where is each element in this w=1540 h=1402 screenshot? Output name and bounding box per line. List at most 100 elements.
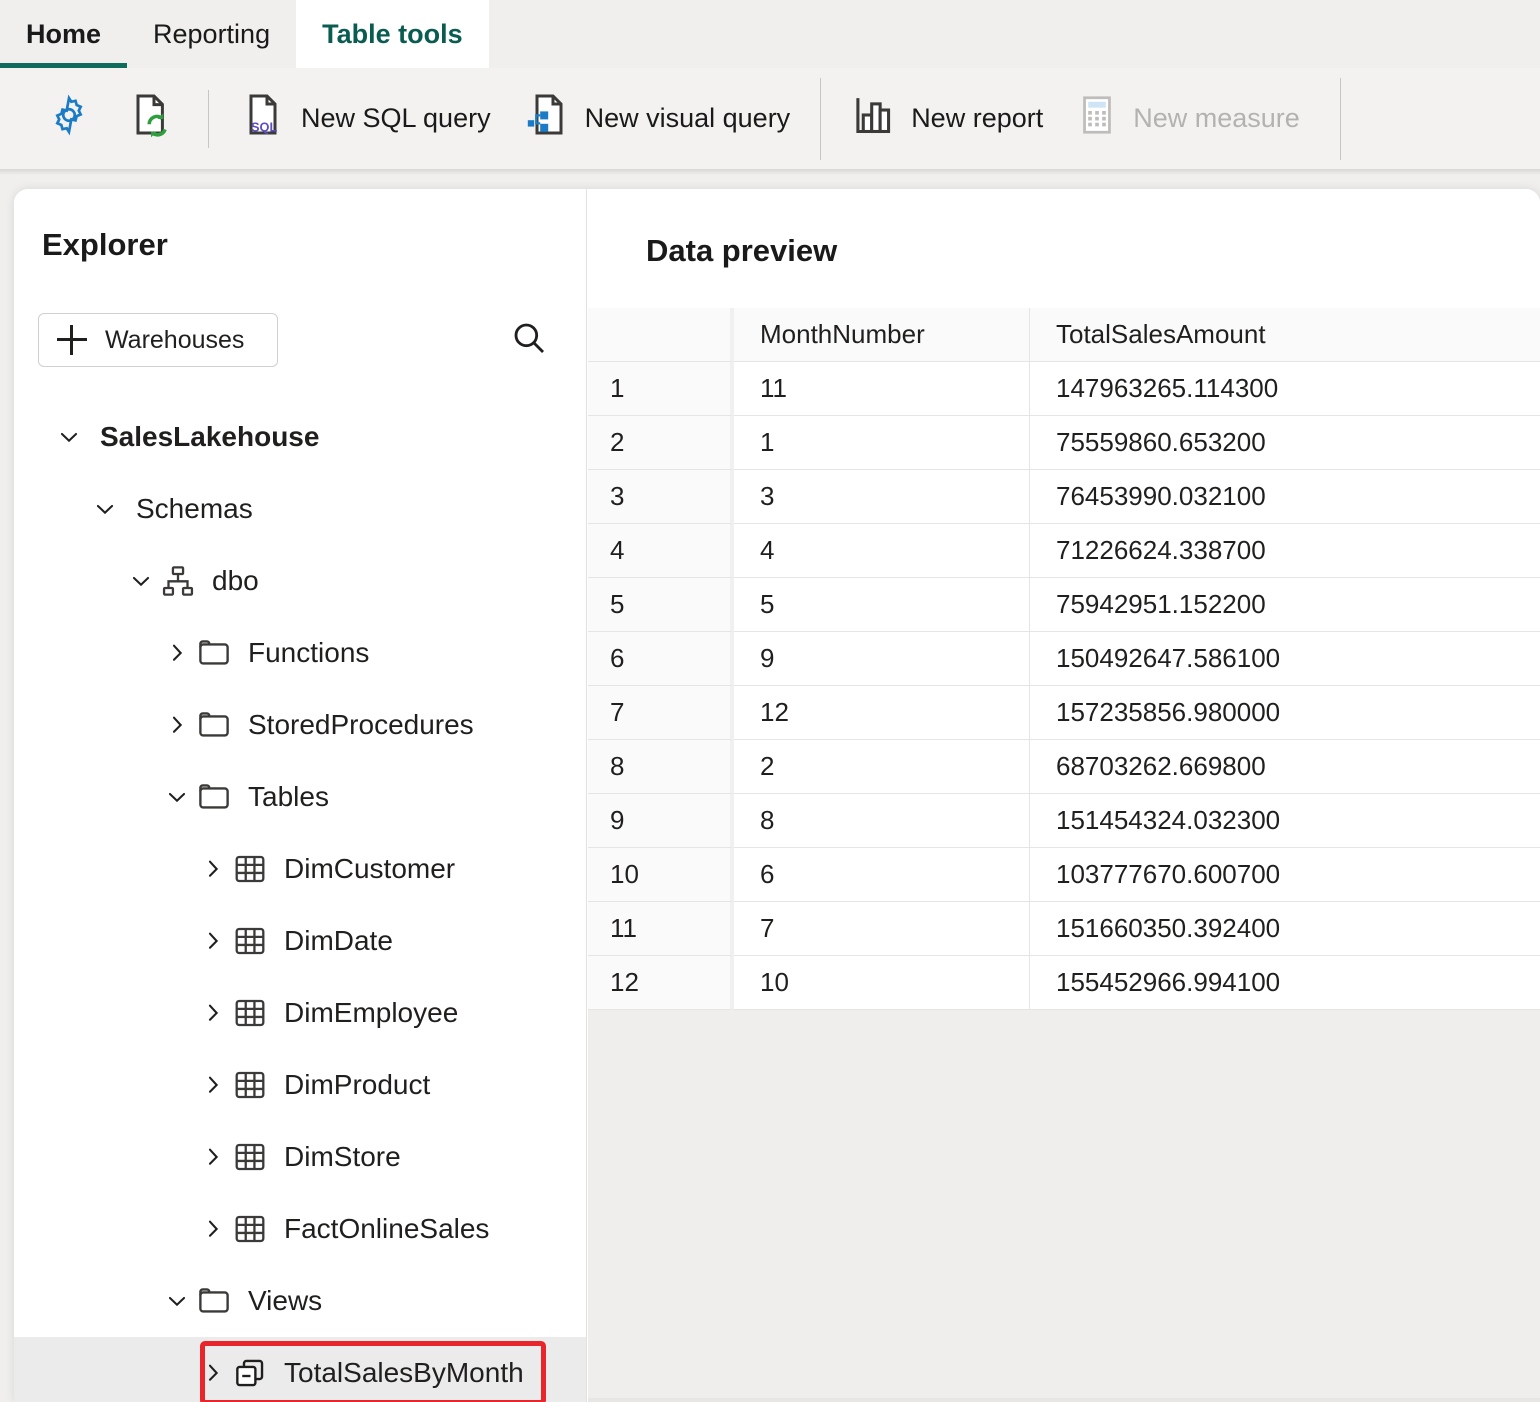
grid-cell-totalsalesamount: 155452966.994100 <box>1030 956 1540 1010</box>
grid-header-monthnumber[interactable]: MonthNumber <box>734 308 1030 362</box>
grid-header-index[interactable] <box>588 308 734 362</box>
tree-item-dimdate[interactable]: DimDate <box>14 905 586 977</box>
grid-cell-index: 5 <box>588 578 734 632</box>
tree-item-label: Schemas <box>136 493 253 524</box>
chevron-right-icon[interactable] <box>196 1068 230 1102</box>
chevron-right-icon[interactable] <box>196 996 230 1030</box>
tree-item-factonlinesales[interactable]: FactOnlineSales <box>14 1193 586 1265</box>
tree-item-label: DimDate <box>284 925 393 956</box>
grid-cell-totalsalesamount: 103777670.600700 <box>1030 848 1540 902</box>
chevron-right-icon[interactable] <box>160 708 194 742</box>
grid-row[interactable]: 2 1 75559860.653200 <box>588 416 1540 470</box>
refresh-document-icon <box>128 91 176 146</box>
tree-item-views[interactable]: Views <box>14 1265 586 1337</box>
plus-icon <box>57 325 87 355</box>
grid-header-totalsalesamount[interactable]: TotalSalesAmount <box>1030 308 1540 362</box>
chevron-down-icon[interactable] <box>52 420 86 454</box>
grid-cell-totalsalesamount: 76453990.032100 <box>1030 470 1540 524</box>
folder-icon <box>194 1281 234 1321</box>
grid-cell-index: 7 <box>588 686 734 740</box>
grid-row[interactable]: 3 3 76453990.032100 <box>588 470 1540 524</box>
chevron-down-icon[interactable] <box>160 1284 194 1318</box>
grid-row[interactable]: 8 2 68703262.669800 <box>588 740 1540 794</box>
grid-row[interactable]: 5 5 75942951.152200 <box>588 578 1540 632</box>
tab-table-tools-label: Table tools <box>322 18 463 49</box>
chevron-right-icon[interactable] <box>196 1356 230 1390</box>
add-warehouses-label: Warehouses <box>105 325 245 354</box>
grid-cell-index: 1 <box>588 362 734 416</box>
grid-row[interactable]: 11 7 151660350.392400 <box>588 902 1540 956</box>
chevron-right-icon[interactable] <box>196 1212 230 1246</box>
tree-item-totalsalesbymonth[interactable]: TotalSalesByMonth <box>14 1337 586 1402</box>
tab-reporting[interactable]: Reporting <box>127 0 296 68</box>
grid-cell-totalsalesamount: 150492647.586100 <box>1030 632 1540 686</box>
tree-item-label: Views <box>248 1285 323 1316</box>
tree-item-dimcustomer[interactable]: DimCustomer <box>14 833 586 905</box>
refresh-button[interactable] <box>110 87 194 151</box>
tree-item-label: Tables <box>248 781 329 812</box>
chevron-right-icon[interactable] <box>196 924 230 958</box>
chevron-right-icon[interactable] <box>196 1140 230 1174</box>
grid-row[interactable]: 6 9 150492647.586100 <box>588 632 1540 686</box>
grid-cell-monthnumber: 2 <box>734 740 1030 794</box>
grid-cell-monthnumber: 4 <box>734 524 1030 578</box>
grid-row[interactable]: 10 6 103777670.600700 <box>588 848 1540 902</box>
visual-query-document-icon <box>523 91 571 146</box>
table-icon <box>230 1065 270 1105</box>
table-icon <box>230 849 270 889</box>
grid-row[interactable]: 12 10 155452966.994100 <box>588 956 1540 1010</box>
grid-cell-monthnumber: 6 <box>734 848 1030 902</box>
grid-cell-monthnumber: 1 <box>734 416 1030 470</box>
grid-row[interactable]: 4 4 71226624.338700 <box>588 524 1540 578</box>
chevron-right-icon[interactable] <box>196 852 230 886</box>
grid-empty-area <box>588 1010 1540 1402</box>
grid-row[interactable]: 9 8 151454324.032300 <box>588 794 1540 848</box>
tab-table-tools[interactable]: Table tools <box>296 0 489 68</box>
tree-item-tables[interactable]: Tables <box>14 761 586 833</box>
tree-item-schemas[interactable]: Schemas <box>14 473 586 545</box>
tree-item-saleslakehouse[interactable]: SalesLakehouse <box>14 401 586 473</box>
tree-item-dimemployee[interactable]: DimEmployee <box>14 977 586 1049</box>
grid-cell-monthnumber: 11 <box>734 362 1030 416</box>
tab-home[interactable]: Home <box>0 0 128 68</box>
settings-button[interactable] <box>28 87 110 151</box>
chevron-down-icon[interactable] <box>160 780 194 814</box>
chevron-down-icon[interactable] <box>124 564 158 598</box>
tree-item-dimproduct[interactable]: DimProduct <box>14 1049 586 1121</box>
chevron-down-icon[interactable] <box>88 492 122 526</box>
tree-item-label: TotalSalesByMonth <box>284 1357 524 1388</box>
data-preview-title: Data preview <box>646 233 838 268</box>
new-measure-button[interactable]: New measure <box>1059 87 1316 151</box>
new-visual-query-button[interactable]: New visual query <box>507 87 807 151</box>
grid-header-row: MonthNumber TotalSalesAmount <box>588 308 1540 362</box>
tree-item-label: FactOnlineSales <box>284 1213 490 1244</box>
tab-reporting-label: Reporting <box>153 18 271 49</box>
folder-icon <box>194 705 234 745</box>
table-icon <box>230 993 270 1033</box>
explorer-search-button[interactable] <box>506 317 552 363</box>
grid-cell-totalsalesamount: 151660350.392400 <box>1030 902 1540 956</box>
grid-row[interactable]: 1 11 147963265.114300 <box>588 362 1540 416</box>
view-icon <box>230 1353 270 1393</box>
tree-item-label: Functions <box>248 637 370 668</box>
grid-row[interactable]: 7 12 157235856.980000 <box>588 686 1540 740</box>
bar-chart-icon <box>851 92 897 145</box>
tree-item-label: DimProduct <box>284 1069 431 1100</box>
tree-item-storedprocedures[interactable]: StoredProcedures <box>14 689 586 761</box>
tree-item-functions[interactable]: Functions <box>14 617 586 689</box>
chevron-right-icon[interactable] <box>160 636 194 670</box>
folder-icon <box>194 633 234 673</box>
panel-bottom-strip <box>588 1398 1540 1402</box>
explorer-tree: SalesLakehouse Schemas dbo Functions StoredP… <box>14 401 586 1402</box>
tree-item-dbo[interactable]: dbo <box>14 545 586 617</box>
new-sql-query-button[interactable]: SQL New SQL query <box>223 87 507 151</box>
tree-item-label: DimEmployee <box>284 997 459 1028</box>
workspace: Explorer Warehouses SalesLakehouse Schema… <box>0 175 1540 1402</box>
explorer-panel: Explorer Warehouses SalesLakehouse Schema… <box>14 189 587 1402</box>
grid-cell-index: 9 <box>588 794 734 848</box>
new-report-button[interactable]: New report <box>835 87 1059 151</box>
add-warehouses-button[interactable]: Warehouses <box>38 313 278 367</box>
tree-item-dimstore[interactable]: DimStore <box>14 1121 586 1193</box>
grid-cell-monthnumber: 5 <box>734 578 1030 632</box>
grid-cell-totalsalesamount: 71226624.338700 <box>1030 524 1540 578</box>
